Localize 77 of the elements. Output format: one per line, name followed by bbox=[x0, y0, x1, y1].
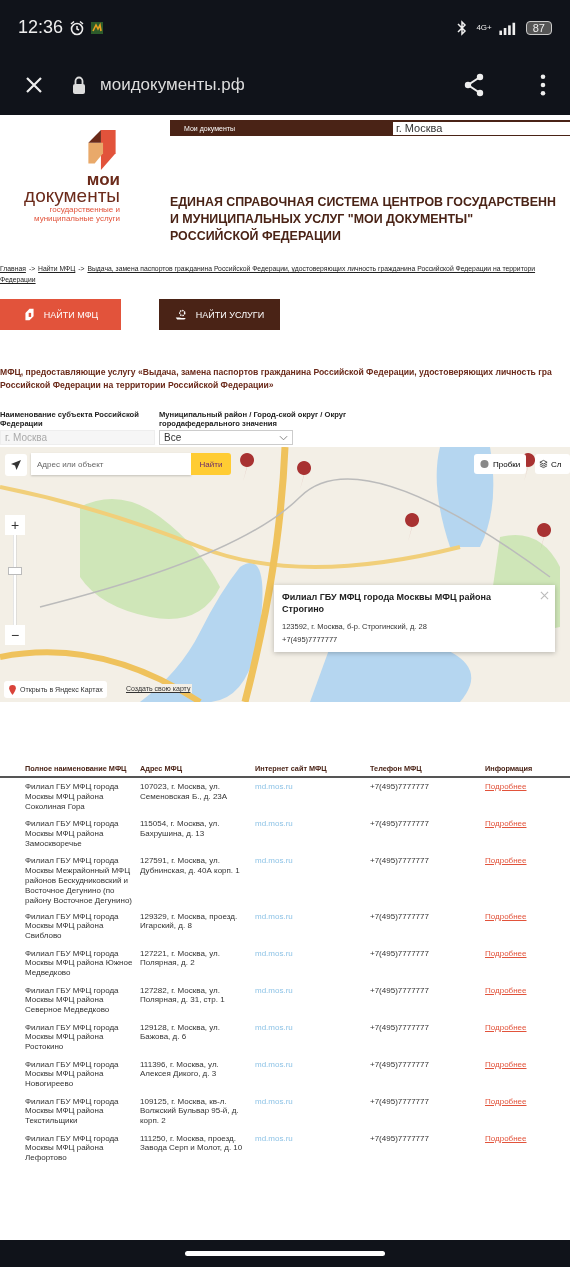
details-link[interactable]: Подробнее bbox=[485, 985, 527, 995]
table-cell-text: 109125, г. Москва, кв-л. Волжский Бульвар 95-й, д. корп. 2 bbox=[140, 1096, 240, 1128]
zoom-out-button[interactable]: − bbox=[5, 625, 25, 645]
traffic-button[interactable]: Пробки bbox=[474, 454, 527, 474]
table-cell-text: Филиал ГБУ МФЦ города Москвы МФЦ района Текстильщики bbox=[25, 1096, 120, 1128]
table-cell-text: Филиал ГБУ МФЦ города Москвы МФЦ района Свиблово bbox=[25, 911, 120, 943]
select-field[interactable]: Все bbox=[159, 430, 293, 445]
status-time: 12:36 bbox=[18, 17, 64, 38]
table-cell-text: +7(495)7777777 bbox=[370, 1059, 430, 1071]
section-heading: МФЦ, предоставляющие услугу «Выдача, замена паспортов гражданина Российской Федерации, удостоверяющих личность гра bbox=[0, 366, 553, 379]
map-pin-icon bbox=[8, 684, 17, 695]
table-cell-text: Филиал ГБУ МФЦ города Москвы МФЦ района Лефортово bbox=[25, 1133, 120, 1165]
details-link[interactable]: Подробнее bbox=[485, 1059, 527, 1069]
zoom-slider-thumb[interactable] bbox=[8, 567, 22, 575]
table-cell-text: 111250, г. Москва, проезд. Завода Серп и Молот, д. 10 bbox=[140, 1133, 244, 1155]
details-link[interactable]: Подробнее bbox=[485, 1022, 527, 1032]
logo-tagline: государственные и bbox=[49, 205, 120, 214]
map-search-button[interactable]: Найти bbox=[191, 453, 231, 475]
details-link[interactable]: Подробнее bbox=[485, 1096, 527, 1106]
table-cell-text: +7(495)7777777 bbox=[370, 819, 430, 830]
table-cell-text: +7(495)7777777 bbox=[370, 1096, 430, 1108]
table-cell-text: +7(495)7777777 bbox=[370, 856, 430, 867]
layers-button[interactable]: Сл bbox=[535, 454, 570, 474]
details-link[interactable]: Подробнее bbox=[485, 856, 527, 865]
hand-gear-icon bbox=[174, 308, 188, 321]
more-menu-icon[interactable] bbox=[540, 74, 546, 96]
details-link[interactable]: Подробнее bbox=[485, 911, 527, 921]
table-cell-text: +7(495)7777777 bbox=[370, 948, 430, 960]
find-button[interactable]: НАЙТИ МФЦ bbox=[0, 299, 121, 330]
document-icon bbox=[22, 308, 36, 321]
layers-icon bbox=[539, 459, 548, 469]
address-bar-url[interactable]: моидокументы.рф bbox=[100, 75, 245, 95]
logo-tagline: муниципальные услуги bbox=[34, 214, 120, 223]
table-cell-text: Филиал ГБУ МФЦ города Москвы Межрайонный МФЦ районов Бескудниковский и Восточное Дегунино (по району Восточное Дегунино) bbox=[25, 856, 133, 906]
table-cell-text: Филиал ГБУ МФЦ города Москвы МФЦ района Северное Медведково bbox=[25, 985, 120, 1017]
app-notification-icon bbox=[91, 21, 104, 34]
alarm-clock-icon bbox=[69, 19, 86, 36]
table-cell-text: 127221, г. Москва, ул. Полярная, д. 2 bbox=[140, 948, 221, 970]
table-cell-text: +7(495)7777777 bbox=[370, 782, 430, 793]
site-title: РОССИЙСКОЙ ФЕДЕРАЦИИ bbox=[170, 228, 342, 245]
share-icon[interactable] bbox=[462, 73, 486, 97]
table-cell-text: +7(495)7777777 bbox=[370, 1022, 430, 1034]
logo-text: мои bbox=[86, 172, 120, 187]
table-cell-text: 129128, г. Москва, ул. Бажова, д. 6 bbox=[140, 1022, 221, 1044]
logo-text: документы bbox=[24, 187, 120, 205]
site-title: И МУНИЦИПАЛЬНЫХ УСЛУГ "МОИ ДОКУМЕНТЫ" bbox=[170, 211, 475, 228]
logo-icon bbox=[86, 128, 118, 172]
table-cell-text: 129329, г. Москва, проезд. Игарский, д. 8 bbox=[140, 911, 239, 933]
details-link[interactable]: Подробнее bbox=[485, 782, 527, 791]
table-cell-text: +7(495)7777777 bbox=[370, 911, 430, 923]
table-cell-text: Филиал ГБУ МФЦ города Москвы МФЦ района Южное Медведково bbox=[25, 948, 134, 980]
zoom-in-button[interactable]: + bbox=[5, 515, 25, 535]
table-cell-text: +7(495)7777777 bbox=[370, 1133, 430, 1145]
table-cell-text: Филиал ГБУ МФЦ города Москвы МФЦ района Соколиная Гора bbox=[25, 782, 120, 813]
table-cell-text: Филиал ГБУ МФЦ города Москвы МФЦ района Новогиреево bbox=[25, 1059, 120, 1091]
battery-level: 87 bbox=[525, 20, 552, 35]
table-cell-text: 115054, г. Москва, ул. Бахрушина, д. 13 bbox=[140, 819, 221, 840]
table-cell-text: +7(495)7777777 bbox=[370, 985, 430, 997]
details-link[interactable]: Подробнее bbox=[485, 948, 527, 958]
traffic-icon bbox=[480, 459, 489, 469]
details-link[interactable]: Подробнее bbox=[485, 819, 527, 828]
lock-icon bbox=[72, 76, 86, 94]
table-cell-text: 127282, г. Москва, ул. Полярная, д. 31, стр. 1 bbox=[140, 985, 226, 1007]
table-cell-text: Филиал ГБУ МФЦ города Москвы МФЦ района Ростокино bbox=[25, 1022, 120, 1054]
popup-title: Филиал ГБУ МФЦ города Москвы МФЦ района Строгино bbox=[282, 591, 492, 615]
map-search-field[interactable]: Адрес или объект bbox=[31, 453, 191, 475]
network-type: 4G+ bbox=[476, 23, 492, 32]
section-heading: Российской Федерации на территории Российской Федерации» bbox=[0, 379, 275, 392]
table-cell-text: 127591, г. Москва, ул. Дубнинская, д. 40А корп. 1 bbox=[140, 856, 241, 877]
table-cell-text: 107023, г. Москва, ул. Семеновская Б., д. 23А bbox=[140, 782, 229, 803]
table-cell-text: Филиал ГБУ МФЦ города Москвы МФЦ района Замоскворечье bbox=[25, 819, 120, 850]
chevron-down-icon bbox=[279, 434, 288, 441]
site-title: ЕДИНАЯ СПРАВОЧНАЯ СИСТЕМА ЦЕНТРОВ ГОСУДАРСТВЕНН bbox=[170, 194, 557, 211]
region-field[interactable]: г. Москва bbox=[393, 121, 570, 135]
table-cell-text: 111396, г. Москва, ул. Алексея Дикого, д. 3 bbox=[140, 1059, 220, 1081]
find-button[interactable]: НАЙТИ УСЛУГИ bbox=[159, 299, 280, 330]
details-link[interactable]: Подробнее bbox=[485, 1133, 527, 1143]
